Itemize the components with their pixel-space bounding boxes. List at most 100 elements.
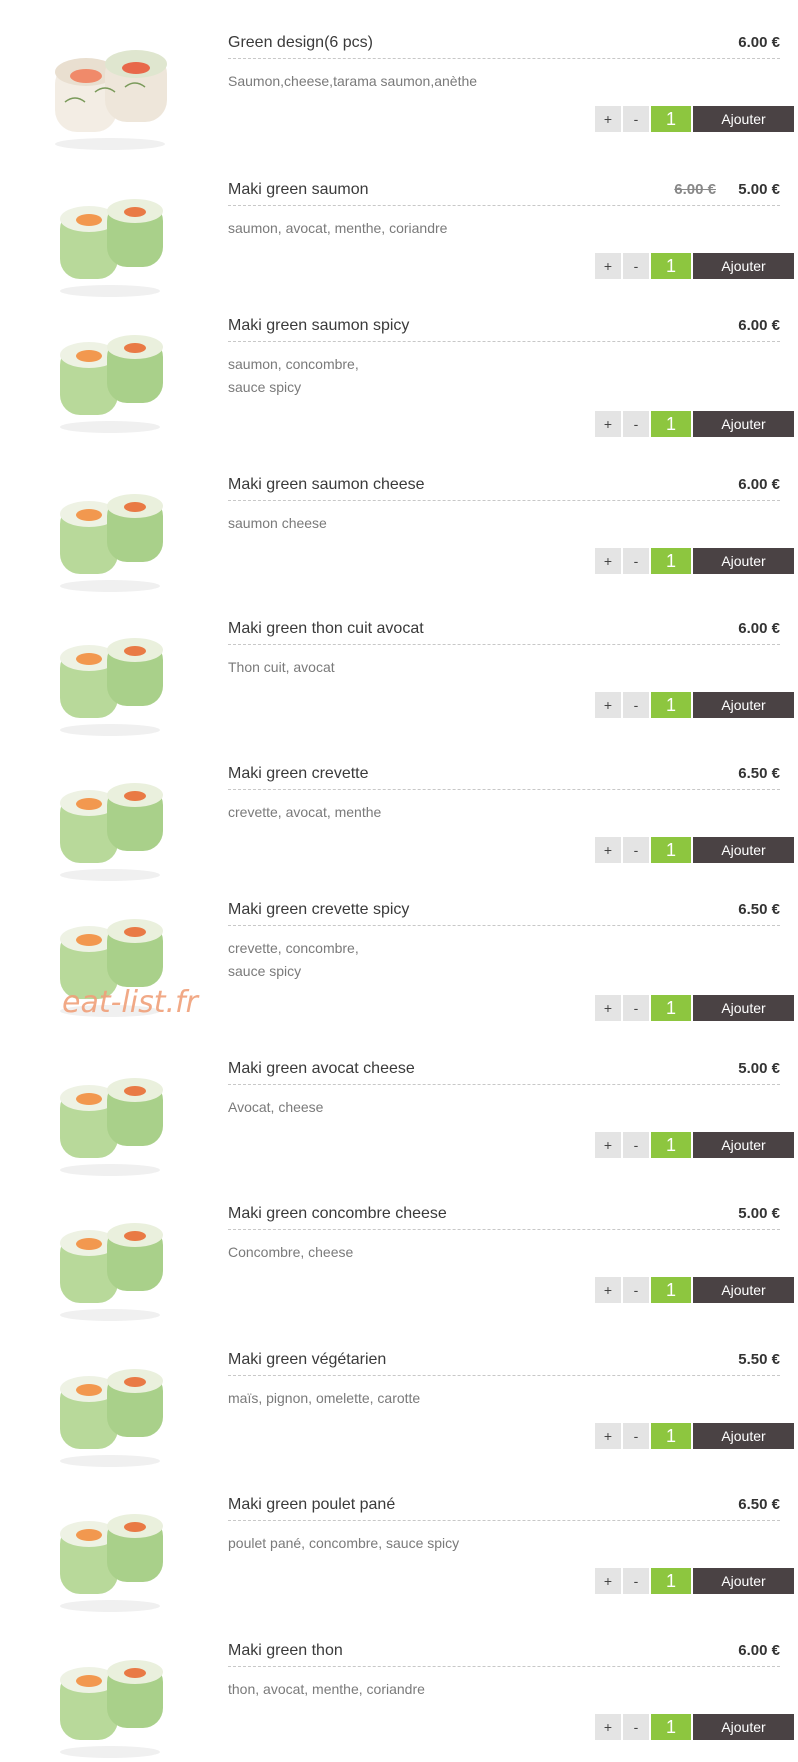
menu-item-description: maïs, pignon, omelette, carotte (228, 1387, 780, 1410)
menu-item-header: Maki green thon cuit avocat 6.00 € (228, 618, 780, 645)
menu-item-header: Green design(6 pcs) 6.00 € (228, 32, 780, 59)
menu-item-name: Maki green concombre cheese (228, 1205, 447, 1222)
add-to-cart-button[interactable]: Ajouter (693, 1132, 794, 1158)
add-to-cart-button[interactable]: Ajouter (693, 995, 794, 1021)
menu-item-header: Maki green saumon cheese 6.00 € (228, 474, 780, 501)
menu-item-info: Maki green concombre cheese 5.00 € Conco… (228, 1203, 780, 1264)
quantity-value[interactable]: 1 (651, 837, 691, 863)
menu-item-description: saumon cheese (228, 512, 780, 535)
decrease-quantity-button[interactable]: - (623, 106, 649, 132)
quantity-value[interactable]: 1 (651, 1568, 691, 1594)
menu-item-price: 6.50 € (738, 1496, 780, 1513)
decrease-quantity-button[interactable]: - (623, 837, 649, 863)
add-to-cart-button[interactable]: Ajouter (693, 1714, 794, 1740)
menu-item-name: Maki green poulet pané (228, 1496, 396, 1513)
quantity-value[interactable]: 1 (651, 995, 691, 1021)
quantity-controls: + - 1 Ajouter (595, 1277, 794, 1303)
quantity-value[interactable]: 1 (651, 1277, 691, 1303)
quantity-value[interactable]: 1 (651, 411, 691, 437)
sushi-roll-green-icon (35, 1494, 185, 1614)
quantity-value[interactable]: 1 (651, 548, 691, 574)
add-to-cart-button[interactable]: Ajouter (693, 1277, 794, 1303)
description-line: maïs, pignon, omelette, carotte (228, 1390, 421, 1406)
add-to-cart-button[interactable]: Ajouter (693, 1568, 794, 1594)
increase-quantity-button[interactable]: + (595, 411, 621, 437)
description-line: Concombre, cheese (228, 1244, 354, 1260)
quantity-controls: + - 1 Ajouter (595, 1423, 794, 1449)
sushi-roll-green-icon (35, 1349, 185, 1469)
menu-item-description: saumon, avocat, menthe, coriandre (228, 217, 780, 240)
increase-quantity-button[interactable]: + (595, 692, 621, 718)
decrease-quantity-button[interactable]: - (623, 995, 649, 1021)
menu-item-old-price: 6.00 € (674, 181, 716, 198)
decrease-quantity-button[interactable]: - (623, 1714, 649, 1740)
menu-item-price: 5.00 € (738, 1205, 780, 1222)
description-line: saumon cheese (228, 515, 327, 531)
quantity-value[interactable]: 1 (651, 106, 691, 132)
menu-item-name: Green design(6 pcs) (228, 34, 373, 51)
decrease-quantity-button[interactable]: - (623, 1132, 649, 1158)
increase-quantity-button[interactable]: + (595, 1423, 621, 1449)
menu-item-price: 6.00 € (738, 476, 780, 493)
add-to-cart-button[interactable]: Ajouter (693, 106, 794, 132)
quantity-value[interactable]: 1 (651, 253, 691, 279)
add-to-cart-button[interactable]: Ajouter (693, 692, 794, 718)
add-to-cart-button[interactable]: Ajouter (693, 411, 794, 437)
sushi-roll-green-icon (35, 179, 185, 299)
decrease-quantity-button[interactable]: - (623, 1277, 649, 1303)
increase-quantity-button[interactable]: + (595, 1568, 621, 1594)
quantity-controls: + - 1 Ajouter (595, 837, 794, 863)
description-line: crevette, avocat, menthe (228, 804, 382, 820)
decrease-quantity-button[interactable]: - (623, 1423, 649, 1449)
menu-item-header: Maki green thon 6.00 € (228, 1640, 780, 1667)
menu-item-header: Maki green crevette 6.50 € (228, 763, 780, 790)
menu-item-description: Saumon,cheese,tarama saumon,anèthe (228, 70, 780, 93)
watermark: eat-list.fr (62, 985, 198, 1020)
increase-quantity-button[interactable]: + (595, 548, 621, 574)
sushi-roll-green-design-icon (35, 32, 185, 152)
menu-item-header: Maki green concombre cheese 5.00 € (228, 1203, 780, 1230)
menu-item-price: 5.50 € (738, 1351, 780, 1368)
decrease-quantity-button[interactable]: - (623, 692, 649, 718)
description-line: Avocat, cheese (228, 1099, 324, 1115)
increase-quantity-button[interactable]: + (595, 1132, 621, 1158)
menu-item-name: Maki green crevette (228, 765, 369, 782)
quantity-value[interactable]: 1 (651, 1132, 691, 1158)
increase-quantity-button[interactable]: + (595, 837, 621, 863)
description-line: poulet pané, concombre, sauce spicy (228, 1535, 460, 1551)
add-to-cart-button[interactable]: Ajouter (693, 837, 794, 863)
decrease-quantity-button[interactable]: - (623, 1568, 649, 1594)
menu-item-info: Maki green thon cuit avocat 6.00 € Thon … (228, 618, 780, 679)
sushi-roll-green-icon (35, 1058, 185, 1178)
menu-item-description: poulet pané, concombre, sauce spicy (228, 1532, 780, 1555)
menu-item-description: thon, avocat, menthe, coriandre (228, 1678, 780, 1701)
decrease-quantity-button[interactable]: - (623, 253, 649, 279)
menu-item-description: Concombre, cheese (228, 1241, 780, 1264)
description-line: thon, avocat, menthe, coriandre (228, 1681, 425, 1697)
sushi-roll-green-icon (35, 763, 185, 883)
add-to-cart-button[interactable]: Ajouter (693, 1423, 794, 1449)
add-to-cart-button[interactable]: Ajouter (693, 253, 794, 279)
increase-quantity-button[interactable]: + (595, 253, 621, 279)
decrease-quantity-button[interactable]: - (623, 411, 649, 437)
quantity-value[interactable]: 1 (651, 1423, 691, 1449)
menu-item-info: Maki green avocat cheese 5.00 € Avocat, … (228, 1058, 780, 1119)
increase-quantity-button[interactable]: + (595, 106, 621, 132)
increase-quantity-button[interactable]: + (595, 1277, 621, 1303)
menu-item-price: 6.00 € (738, 34, 780, 51)
menu-item-header: Maki green saumon spicy 6.00 € (228, 315, 780, 342)
add-to-cart-button[interactable]: Ajouter (693, 548, 794, 574)
quantity-controls: + - 1 Ajouter (595, 253, 794, 279)
menu-item-info: Maki green saumon cheese 6.00 € saumon c… (228, 474, 780, 535)
menu-item-info: Maki green saumon 6.00 € 5.00 € saumon, … (228, 179, 780, 240)
menu-item-price: 6.00 € (738, 317, 780, 334)
quantity-value[interactable]: 1 (651, 692, 691, 718)
quantity-value[interactable]: 1 (651, 1714, 691, 1740)
quantity-controls: + - 1 Ajouter (595, 995, 794, 1021)
increase-quantity-button[interactable]: + (595, 995, 621, 1021)
quantity-controls: + - 1 Ajouter (595, 411, 794, 437)
increase-quantity-button[interactable]: + (595, 1714, 621, 1740)
sushi-roll-green-icon (35, 315, 185, 435)
decrease-quantity-button[interactable]: - (623, 548, 649, 574)
menu-item-header: Maki green végétarien 5.50 € (228, 1349, 780, 1376)
